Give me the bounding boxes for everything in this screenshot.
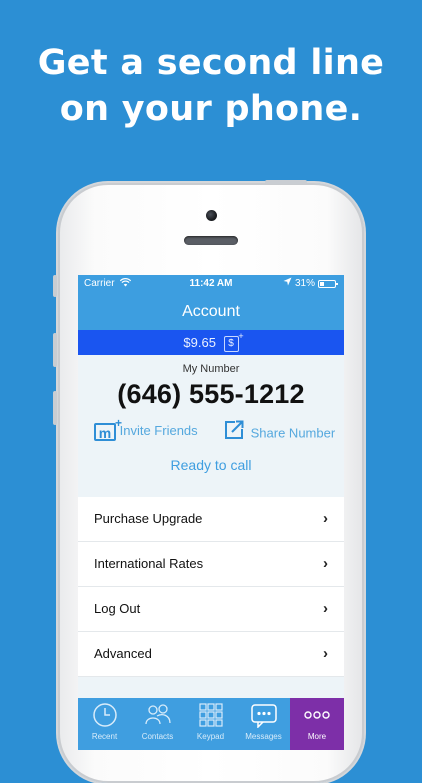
keypad-icon <box>184 698 237 732</box>
share-number-label: Share Number <box>250 425 336 441</box>
nav-bar: Account <box>78 293 344 330</box>
earpiece-speaker <box>184 236 238 245</box>
phone-number: (646) 555-1212 <box>117 379 305 409</box>
invite-friends-button[interactable]: m Invite Friends <box>94 415 198 443</box>
tab-more[interactable]: More <box>290 698 344 750</box>
invite-m-icon: m <box>94 415 122 441</box>
chevron-right-icon: › <box>323 600 328 617</box>
front-camera <box>206 210 217 221</box>
menu-item-log-out[interactable]: Log Out › <box>78 587 344 632</box>
tab-keypad[interactable]: Keypad <box>184 698 237 750</box>
share-icon <box>223 419 245 449</box>
location-arrow-icon <box>283 277 292 289</box>
share-number-button[interactable]: Share Number <box>223 419 335 443</box>
my-number-label: My Number <box>182 363 240 375</box>
tab-contacts[interactable]: Contacts <box>131 698 184 750</box>
volume-up-button <box>53 333 57 367</box>
menu-item-label: Advanced <box>94 646 152 661</box>
tab-messages[interactable]: Messages <box>237 698 290 750</box>
menu-item-label: International Rates <box>94 556 204 571</box>
status-bar: Carrier 11:42 AM 31% <box>78 275 344 293</box>
app-screen: Carrier 11:42 AM 31% Account $9.65 $ My … <box>78 275 344 750</box>
invite-friends-label: Invite Friends <box>119 423 198 438</box>
menu-item-international-rates[interactable]: International Rates › <box>78 542 344 587</box>
chevron-right-icon: › <box>323 510 328 527</box>
headline: Get a second line on your phone. <box>0 40 422 132</box>
tab-label: More <box>307 732 327 741</box>
chevron-right-icon: › <box>323 555 328 572</box>
battery-percent: 31% <box>295 278 316 289</box>
tab-label: Contacts <box>141 732 174 741</box>
tab-bar: Recent Contacts Keypad Messages More <box>78 698 344 750</box>
power-button <box>265 180 307 184</box>
account-menu: Purchase Upgrade › International Rates ›… <box>78 497 344 677</box>
balance-bar[interactable]: $9.65 $ <box>78 329 344 355</box>
menu-item-purchase-upgrade[interactable]: Purchase Upgrade › <box>78 497 344 542</box>
nav-title: Account <box>182 303 240 320</box>
mute-switch <box>53 275 57 297</box>
battery-icon <box>318 280 338 288</box>
volume-down-button <box>53 391 57 425</box>
call-status: Ready to call <box>170 457 252 473</box>
headline-line-1: Get a second line <box>37 43 385 83</box>
tab-label: Keypad <box>196 732 225 741</box>
menu-item-label: Log Out <box>94 601 141 616</box>
more-icon <box>290 698 344 732</box>
menu-item-advanced[interactable]: Advanced › <box>78 632 344 677</box>
messages-icon <box>237 698 290 732</box>
menu-item-label: Purchase Upgrade <box>94 511 203 526</box>
tab-label: Recent <box>91 732 118 741</box>
tab-label: Messages <box>245 732 282 741</box>
clock-icon <box>78 698 131 732</box>
contacts-icon <box>131 698 184 732</box>
chevron-right-icon: › <box>323 645 328 662</box>
tab-recent[interactable]: Recent <box>78 698 131 750</box>
headline-line-2: on your phone. <box>59 89 363 129</box>
add-credit-icon[interactable]: $ <box>223 329 244 352</box>
balance-amount: $9.65 <box>183 335 216 350</box>
